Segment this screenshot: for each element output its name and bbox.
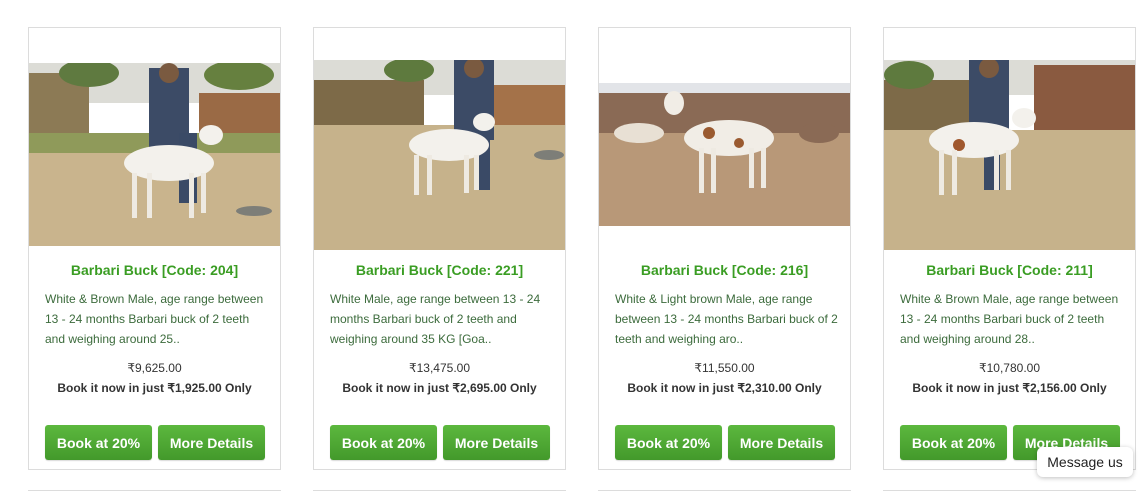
product-image[interactable] <box>314 60 565 250</box>
more-details-button[interactable]: More Details <box>728 425 835 460</box>
product-price: ₹13,475.00 <box>408 361 471 375</box>
product-price: ₹9,625.00 <box>127 361 182 375</box>
more-details-button[interactable]: More Details <box>443 425 550 460</box>
book-button[interactable]: Book at 20% <box>330 425 437 460</box>
product-title[interactable]: Barbari Buck [Code: 211] <box>884 262 1135 278</box>
product-description: White Male, age range between 13 - 24 mo… <box>330 292 541 346</box>
book-button[interactable]: Book at 20% <box>45 425 152 460</box>
book-button[interactable]: Book at 20% <box>615 425 722 460</box>
product-card: Barbari Buck [Code: 204] White & Brown M… <box>28 27 281 470</box>
product-description: White & Brown Male, age range between 13… <box>45 292 264 346</box>
product-title[interactable]: Barbari Buck [Code: 221] <box>314 262 565 278</box>
product-image[interactable] <box>599 83 850 226</box>
product-card: Barbari Buck [Code: 216] White & Light b… <box>598 27 851 470</box>
book-button[interactable]: Book at 20% <box>900 425 1007 460</box>
product-image[interactable] <box>29 63 280 246</box>
product-image[interactable] <box>884 60 1135 250</box>
product-price: ₹10,780.00 <box>978 361 1041 375</box>
booking-amount: Book it now in just ₹2,310.00 Only <box>627 381 822 395</box>
booking-amount: Book it now in just ₹2,695.00 Only <box>342 381 537 395</box>
more-details-button[interactable]: More Details <box>158 425 265 460</box>
product-price: ₹11,550.00 <box>694 361 755 375</box>
product-card: Barbari Buck [Code: 211] White & Brown M… <box>883 27 1136 470</box>
product-description: White & Light brown Male, age range betw… <box>615 292 838 346</box>
booking-amount: Book it now in just ₹1,925.00 Only <box>57 381 252 395</box>
product-card: Barbari Buck [Code: 221] White Male, age… <box>313 27 566 470</box>
product-title[interactable]: Barbari Buck [Code: 204] <box>29 262 280 278</box>
message-us-button[interactable]: Message us <box>1037 447 1133 477</box>
booking-amount: Book it now in just ₹2,156.00 Only <box>912 381 1107 395</box>
product-title[interactable]: Barbari Buck [Code: 216] <box>599 262 850 278</box>
product-description: White & Brown Male, age range between 13… <box>900 292 1119 346</box>
